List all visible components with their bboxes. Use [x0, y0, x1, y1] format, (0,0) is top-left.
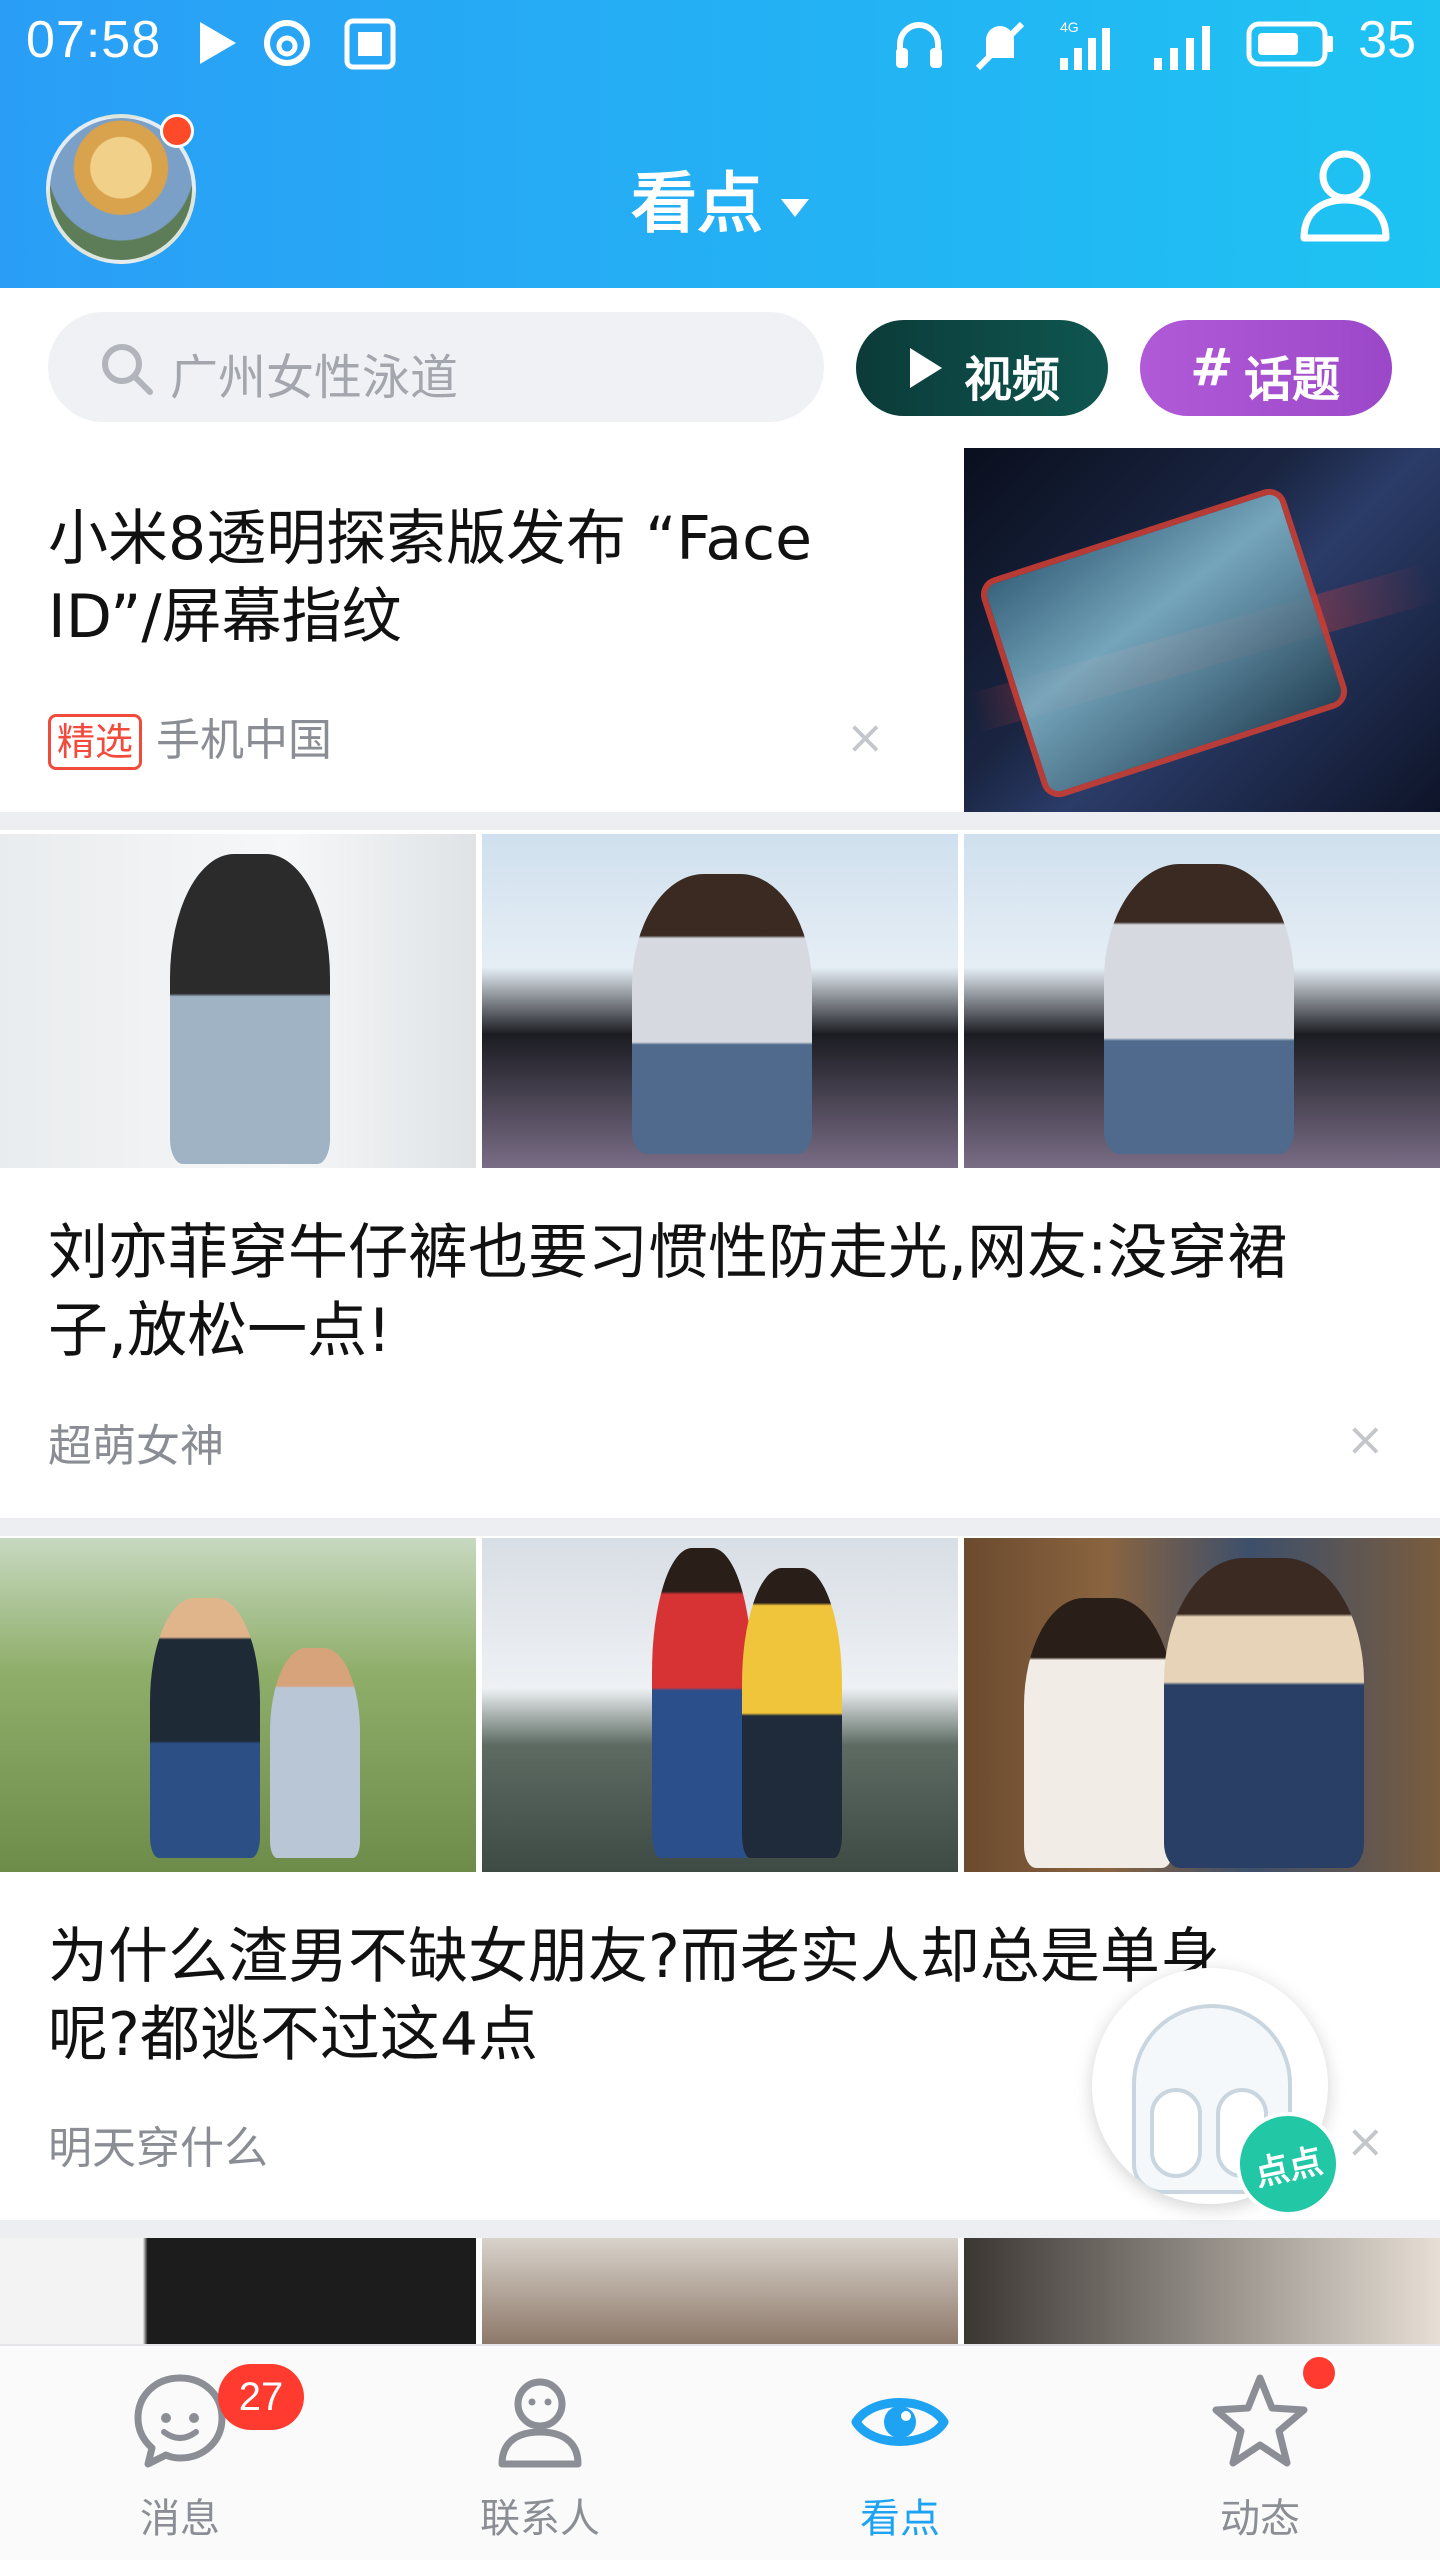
- headphones-icon: [896, 22, 942, 68]
- battery-level: 35: [1358, 11, 1416, 69]
- bottom-nav: 消息 联系人 看点 动态 27: [0, 2344, 1440, 2560]
- dismiss-button[interactable]: ×: [1346, 1416, 1385, 1462]
- svg-text:4G: 4G: [1060, 19, 1079, 35]
- divider: [0, 1518, 1440, 1536]
- play-icon: [910, 348, 942, 388]
- signal-4g-icon: 4G: [1060, 19, 1110, 70]
- divider: [0, 812, 1440, 830]
- notification-dot: [1300, 2354, 1338, 2392]
- search-input[interactable]: 广州女性泳道: [48, 312, 824, 422]
- article-source: 超萌女神: [48, 1421, 224, 1472]
- article-image-row: [0, 2238, 1440, 2348]
- article-image: [0, 1538, 476, 1872]
- dismiss-button[interactable]: ×: [846, 714, 885, 760]
- article-source: 手机中国: [156, 715, 333, 766]
- page-title: 看点: [631, 165, 763, 242]
- article-image: [482, 1538, 958, 1872]
- eye-icon: [851, 2398, 949, 2446]
- article-image-row: [0, 1538, 1440, 1872]
- profile-icon[interactable]: [1290, 138, 1400, 248]
- chevron-down-icon: [781, 198, 809, 217]
- divider: [0, 2220, 1440, 2238]
- article-thumbnail: [964, 448, 1440, 812]
- netease-music-icon: [264, 20, 310, 66]
- status-bar: 07:58 4G 35: [0, 0, 1440, 90]
- nav-label: 联系人: [480, 2496, 600, 2542]
- signal-icon: [1154, 26, 1210, 70]
- mute-icon: [975, 21, 1025, 71]
- topic-button[interactable]: # 话题: [1140, 320, 1392, 416]
- featured-tag: 精选: [48, 714, 143, 770]
- article-image: [482, 2238, 958, 2348]
- tieba-icon: [344, 18, 396, 70]
- article-headline: 小米8透明探索版发布 “Face ID”/屏幕指纹: [48, 504, 813, 652]
- nav-label: 看点: [860, 2496, 940, 2542]
- unread-badge: 27: [218, 2364, 304, 2430]
- hashtag-icon: #: [1190, 338, 1234, 398]
- article-headline: 为什么渣男不缺女朋友?而老实人却总是单身 呢?都逃不过这4点: [48, 1922, 1220, 2070]
- contacts-person-icon: [498, 2378, 582, 2468]
- video-button[interactable]: 视频: [856, 320, 1108, 416]
- nav-item-messages[interactable]: 消息: [0, 2346, 360, 2560]
- status-time: 07:58: [26, 11, 162, 69]
- article-image: [964, 2238, 1440, 2348]
- article-source: 明天穿什么: [48, 2123, 268, 2174]
- dismiss-button[interactable]: ×: [1346, 2118, 1385, 2164]
- article-image: [0, 2238, 476, 2348]
- play-icon: [200, 22, 236, 64]
- star-icon: [1212, 2374, 1308, 2467]
- message-bubble-icon: [134, 2374, 226, 2468]
- article-image: [482, 834, 958, 1168]
- article-meta: 精选 手机中国: [48, 704, 332, 770]
- article-image: [964, 1538, 1440, 1872]
- battery-icon: [1246, 21, 1333, 67]
- page-title-dropdown[interactable]: 看点: [0, 150, 1440, 246]
- nav-label: 消息: [140, 2496, 220, 2542]
- nav-item-kandian[interactable]: 看点: [720, 2346, 1080, 2560]
- topic-button-label: 话题: [1244, 352, 1341, 408]
- article-image: [964, 834, 1440, 1168]
- avatar-notification-dot: [160, 114, 194, 148]
- search-placeholder: 广州女性泳道: [170, 350, 459, 406]
- nav-item-moments[interactable]: 动态: [1080, 2346, 1440, 2560]
- article-image-row: [0, 834, 1440, 1168]
- article-image: [0, 834, 476, 1168]
- video-button-label: 视频: [964, 352, 1061, 408]
- article-headline: 刘亦菲穿牛仔裤也要习惯性防走光,网友:没穿裙 子,放松一点!: [48, 1218, 1288, 1366]
- header-bar: 07:58 4G 35 看点: [0, 0, 1440, 288]
- nav-label: 动态: [1220, 2496, 1300, 2542]
- search-icon: [102, 344, 153, 395]
- nav-item-contacts[interactable]: 联系人: [360, 2346, 720, 2560]
